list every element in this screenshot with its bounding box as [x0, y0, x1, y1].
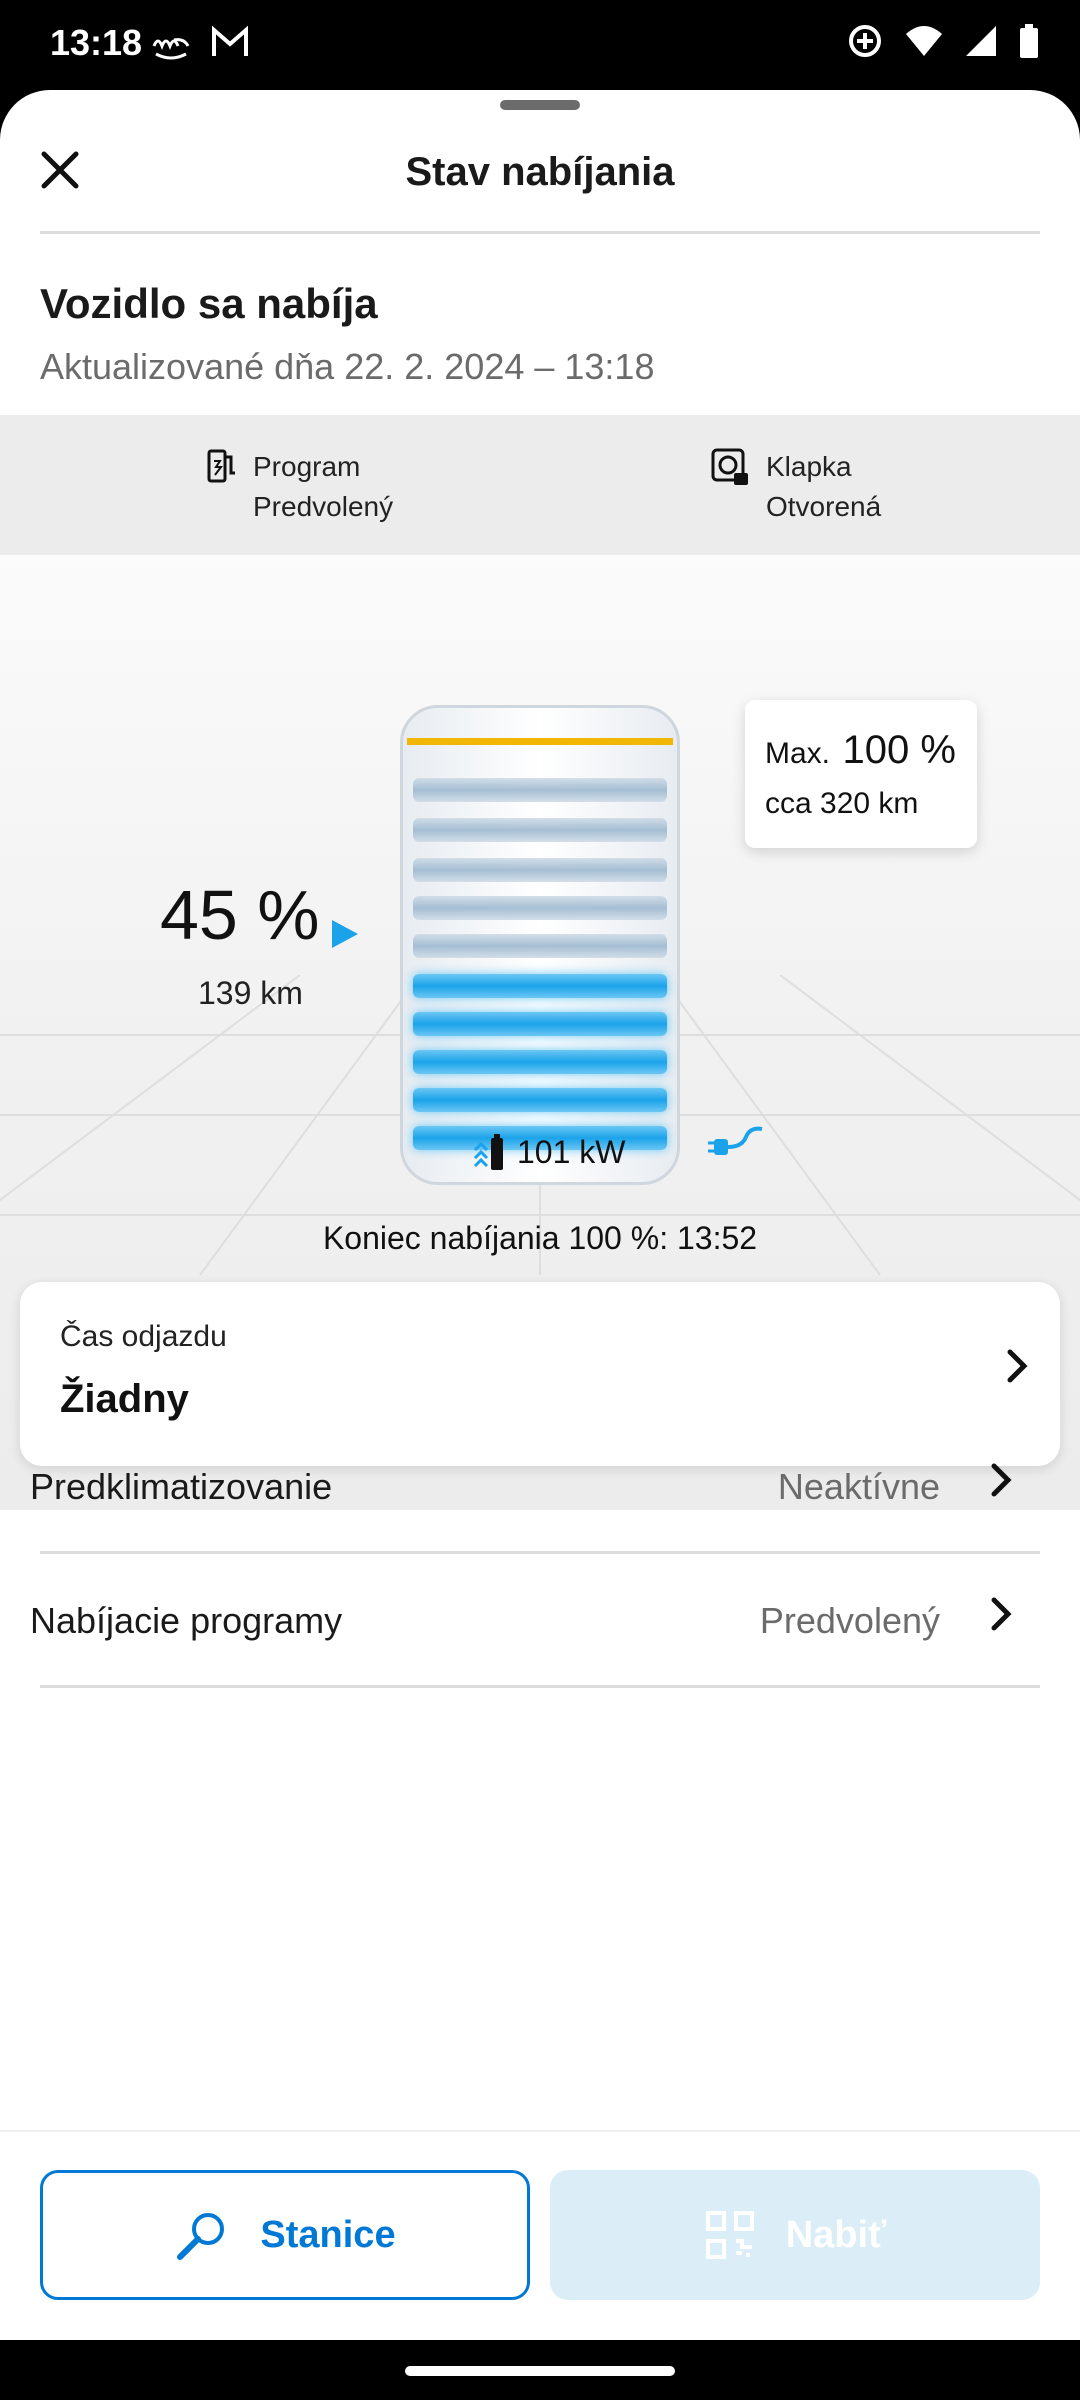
row-divider — [40, 1685, 1040, 1688]
charging-power: 101 kW — [473, 1132, 625, 1172]
page-title: Stav nabíjania — [405, 150, 675, 194]
departure-value: Žiadny — [60, 1377, 189, 1421]
charging-programs-row[interactable]: Nabíjacie programy Predvolený — [0, 1554, 1080, 1688]
row-value: Predvolený — [759, 1600, 940, 1641]
current-range: 139 km — [198, 975, 303, 1011]
battery-icon — [1018, 23, 1040, 64]
charging-status-sheet: Stav nabíjania Vozidlo sa nabíja Aktuali… — [0, 90, 1080, 2340]
battery-cell — [413, 1088, 667, 1112]
bottom-action-bar: Stanice Nabiť — [0, 2130, 1080, 2340]
stations-button[interactable]: Stanice — [40, 2170, 530, 2300]
fast-charge-icon — [473, 1134, 503, 1170]
preconditioning-row[interactable]: Predklimatizovanie Neaktívne — [0, 1420, 1080, 1554]
max-value: 100 % — [842, 728, 956, 772]
battery-cell — [413, 1012, 667, 1036]
charging-program-icon — [207, 449, 235, 483]
status-time: 13:18 — [50, 22, 143, 63]
battery-cell — [413, 1050, 667, 1074]
program-value: Predvolený — [253, 491, 394, 522]
sheet-drag-handle[interactable] — [500, 100, 580, 110]
row-label: Predklimatizovanie — [30, 1466, 333, 1507]
row-label: Nabíjacie programy — [30, 1600, 343, 1641]
max-charge-tooltip[interactable]: Max. 100 % cca 320 km — [745, 700, 977, 848]
header-divider — [40, 231, 1040, 234]
signal-icon — [964, 24, 998, 63]
battery-cell — [413, 778, 667, 802]
soc-pointer-icon — [332, 920, 358, 948]
header: Stav nabíjania — [0, 130, 1080, 222]
stations-label: Stanice — [260, 2213, 396, 2256]
info-strip: Program Predvolený Klapka Otvorená — [0, 415, 1080, 555]
battery-cell — [413, 858, 667, 882]
last-updated-text: Aktualizované dňa 22. 2. 2024 – 13:18 — [40, 346, 655, 387]
plug-connected-icon — [708, 1126, 763, 1155]
max-label: Max. — [765, 737, 831, 770]
status-icons-left — [150, 24, 250, 69]
status-bar: 13:18 — [0, 0, 1080, 90]
flap-label: Klapka — [766, 451, 852, 482]
charging-state-title: Vozidlo sa nabíja — [40, 280, 378, 327]
qr-code-icon — [705, 2211, 754, 2259]
charging-summary: Vozidlo sa nabíja Aktualizované dňa 22. … — [40, 280, 654, 388]
charge-flap-icon — [711, 448, 748, 485]
charging-power-value: 101 kW — [517, 1133, 626, 1170]
max-charge-line — [407, 738, 673, 745]
end-of-charge-text: Koniec nabíjania 100 %: 13:52 — [322, 1220, 758, 1256]
battery-graphic: 101 kW — [400, 705, 680, 1185]
state-of-charge: 45 % — [160, 876, 320, 954]
navigation-bar — [0, 2340, 1080, 2400]
chevron-right-icon — [991, 1597, 1012, 1631]
program-info: Program Predvolený — [205, 447, 393, 527]
battery-cell — [413, 818, 667, 842]
row-value: Neaktívne — [777, 1466, 940, 1507]
home-gesture-handle[interactable] — [405, 2366, 675, 2376]
charge-label: Nabiť — [785, 2213, 887, 2256]
chevron-right-icon — [991, 1463, 1012, 1497]
max-range: cca 320 km — [765, 787, 919, 820]
chevron-right-icon — [1007, 1349, 1028, 1383]
search-icon — [177, 2213, 225, 2260]
battery-cell — [413, 934, 667, 958]
wifi-icon — [904, 24, 944, 63]
program-label: Program — [253, 451, 361, 482]
me-app-icon — [150, 24, 192, 69]
battery-cell — [413, 896, 667, 920]
battery-cell — [413, 974, 667, 998]
gmail-icon — [210, 24, 250, 69]
flap-info: Klapka Otvorená — [710, 447, 881, 527]
status-icons-right — [846, 22, 1040, 65]
departure-label: Čas odjazdu — [60, 1320, 227, 1353]
charge-button[interactable]: Nabiť — [550, 2170, 1040, 2300]
flap-value: Otvorená — [766, 491, 882, 522]
data-saver-icon — [846, 22, 884, 65]
